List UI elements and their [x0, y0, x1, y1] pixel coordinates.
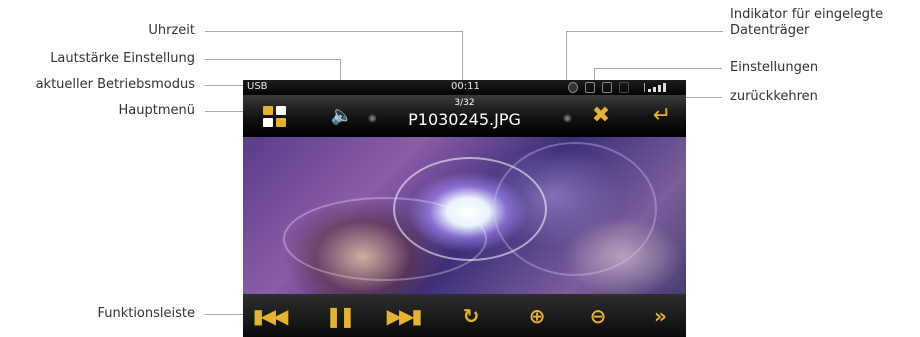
leader-indikator-v — [566, 31, 567, 83]
callout-lautstaerke: Lautstärke Einstellung — [50, 51, 195, 66]
zoom-in-button[interactable]: ⊕ — [519, 303, 555, 329]
device-screen: USB 00:11 🔈 ◉ 3/32 P1030245.JPG ◉ ✖ ↵ ▮◀… — [243, 80, 686, 337]
previous-button[interactable]: ▮◀◀ — [251, 303, 289, 329]
rotate-icon: ↻ — [462, 304, 480, 328]
photo-display — [243, 137, 686, 294]
callout-betriebsmodus: aktueller Betriebsmodus — [35, 77, 195, 92]
next-button[interactable]: ▶▶▮ — [385, 303, 423, 329]
settings-knob-icon: ◉ — [563, 113, 572, 124]
zoom-in-icon: ⊕ — [528, 304, 546, 328]
leader-uhrzeit-h — [205, 31, 463, 32]
pause-icon: ❚❚ — [325, 304, 355, 328]
light-swirl — [283, 197, 487, 281]
callout-einstellungen: Einstellungen — [730, 60, 819, 75]
fast-forward-button[interactable]: » — [641, 303, 677, 329]
light-swirl — [493, 142, 657, 276]
media-slot-icon — [619, 82, 629, 93]
back-button[interactable]: ↵ — [649, 103, 675, 129]
settings-button[interactable]: ✖ — [588, 103, 614, 129]
file-name: P1030245.JPG — [408, 110, 521, 129]
callout-indikator-line1: Indikator für eingelegte — [730, 7, 884, 22]
previous-icon: ▮◀◀ — [252, 304, 289, 328]
disc-icon — [568, 82, 578, 93]
leader-indikator-h — [566, 31, 723, 32]
callout-hauptmenue: Hauptmenü — [118, 103, 195, 118]
signal-strength-icon — [644, 83, 674, 92]
leader-betriebsmodus — [205, 85, 245, 86]
file-index: 3/32 — [454, 98, 475, 108]
next-icon: ▶▶▮ — [386, 304, 423, 328]
usb-icon — [602, 82, 612, 93]
callout-funktionsleiste: Funktionsleiste — [97, 306, 195, 321]
sd-card-icon — [585, 82, 595, 93]
function-bar: ▮◀◀ ❚❚ ▶▶▮ ↻ ⊕ ⊖ » — [243, 294, 686, 337]
leader-uhrzeit-v — [462, 31, 463, 82]
leader-einstellungen-h — [594, 68, 722, 69]
wrench-screwdriver-icon: ✖ — [591, 103, 611, 128]
return-arrow-icon: ↵ — [652, 103, 672, 128]
clock: 00:11 — [451, 81, 480, 92]
callout-uhrzeit: Uhrzeit — [148, 23, 195, 38]
status-bar: USB 00:11 — [243, 80, 686, 95]
rotate-button[interactable]: ↻ — [453, 303, 489, 329]
zoom-out-icon: ⊖ — [589, 304, 607, 328]
pause-button[interactable]: ❚❚ — [321, 303, 357, 329]
title-bar: 🔈 ◉ 3/32 P1030245.JPG ◉ ✖ ↵ — [243, 95, 686, 137]
media-indicators — [568, 82, 629, 93]
mode-indicator: USB — [247, 81, 268, 92]
callout-indikator-line2: Datenträger — [730, 23, 810, 38]
fast-forward-icon: » — [654, 304, 667, 328]
callout-zurueckkehren: zurückkehren — [730, 89, 818, 104]
zoom-out-button[interactable]: ⊖ — [580, 303, 616, 329]
leader-lautstaerke-h — [205, 59, 341, 60]
